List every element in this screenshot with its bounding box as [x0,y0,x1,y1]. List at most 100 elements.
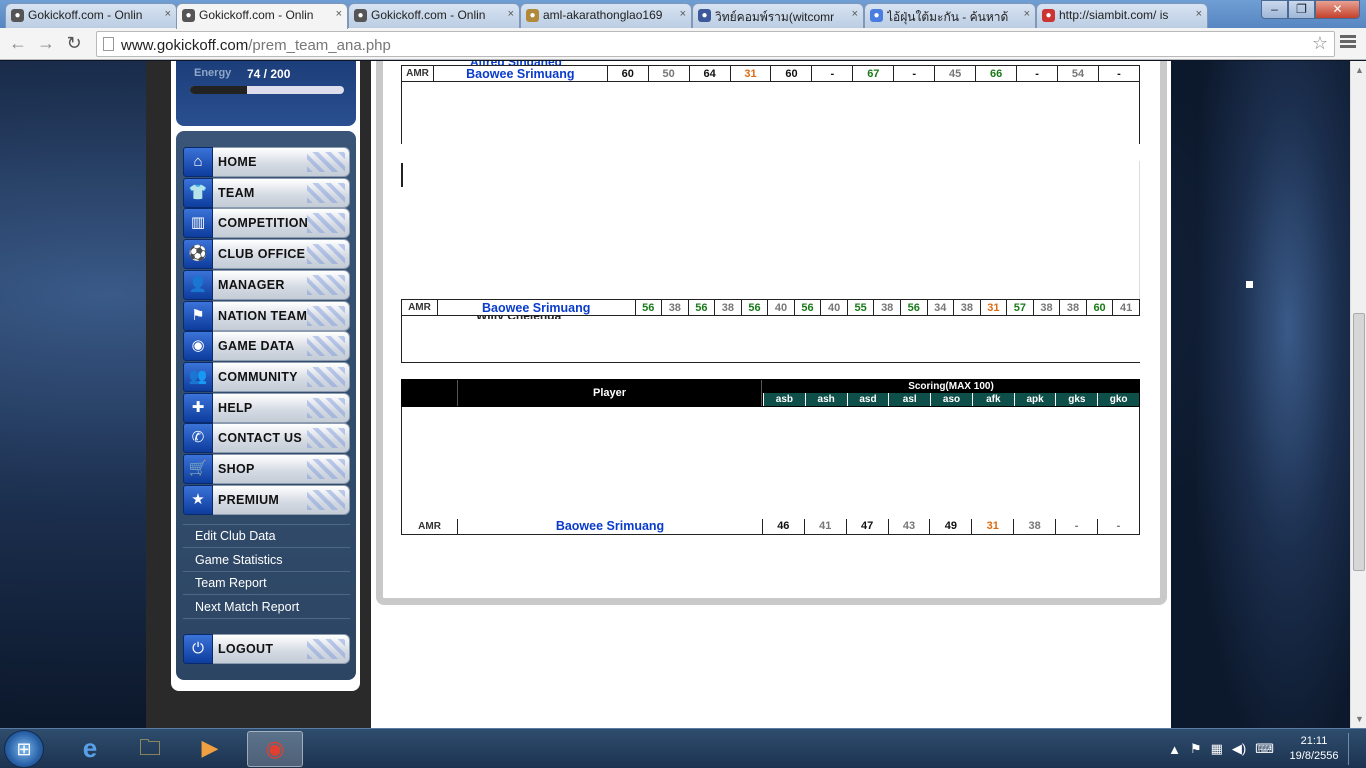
page-scrollbar[interactable]: ▲ ▼ [1350,61,1366,728]
tab-close-icon[interactable]: × [852,8,858,20]
menu-item-shop[interactable]: 🛒 SHOP [183,454,350,484]
url-path: /prem_team_ana.php [248,37,391,54]
menu-item-home[interactable]: ⌂ HOME [183,147,350,177]
chrome-menu-icon[interactable] [1340,35,1356,50]
maximize-button[interactable]: ❐ [1288,0,1315,19]
tab-close-icon[interactable]: × [1196,8,1202,20]
file-explorer-icon[interactable]: 🗀 [122,731,178,767]
table2-body [401,315,1140,363]
clock-time: 21:11 [1300,735,1328,747]
submenu-game-statistics[interactable]: Game Statistics [183,549,350,572]
submenu-next-match-report[interactable]: Next Match Report [183,596,350,619]
podium-icon: ▥ [183,208,213,239]
rating-cell: 57 [1006,299,1034,316]
rating-cell: 55 [846,299,875,316]
tab-title: Gokickoff.com - Onlin [199,8,314,22]
browser-tab[interactable]: ● Gokickoff.com - Onlin × [176,3,348,29]
browser-tab[interactable]: ● Gokickoff.com - Onlin × [348,3,520,28]
tab-close-icon[interactable]: × [680,8,686,20]
rating-cell: 38 [1013,519,1057,535]
rating-cell: 50 [647,65,690,82]
menu-item-label: COMMUNITY [213,361,350,392]
clock[interactable]: 21:11 19/8/2556 [1286,734,1342,764]
scroll-down-arrow-icon[interactable]: ▼ [1355,714,1364,724]
column-header-apk: apk [1013,393,1056,406]
column-header-gks: gks [1055,393,1097,406]
energy-panel: Energy 74 / 200 [176,61,356,126]
address-bar[interactable]: www.gokickoff.com/prem_team_ana.php ☆ [96,31,1335,57]
menu-item-contact-us[interactable]: ✆ CONTACT US [183,423,350,454]
column-header-asb: asb [763,393,805,406]
attribute-rating-table: AMR Baowee Srimuang 56 38 56 38 56 40 56 40 55 38 56… [401,299,1140,316]
menu-item-label: TEAM [213,177,350,208]
menu-item-label: CONTACT US [213,423,350,454]
back-arrow-icon[interactable]: ← [6,32,30,56]
column-header-gko: gko [1097,393,1139,406]
browser-tab[interactable]: ● aml-akarathonglao169 × [520,3,692,28]
menu-item-team[interactable]: 👕 TEAM [183,177,350,208]
logout-label: LOGOUT [213,634,350,664]
player-header: Player [458,380,762,406]
menu-item-label: NATION TEAM [213,300,350,331]
page-icon [103,37,114,51]
action-center-icon[interactable]: ⚑ [1190,741,1202,757]
forward-arrow-icon[interactable]: → [34,32,58,56]
player-name-link[interactable]: Baowee Srimuang [432,65,608,82]
network-icon[interactable]: ▦ [1211,741,1223,757]
rating-cell: 38 [1032,299,1061,316]
browser-tab[interactable]: ● วิทย์คอมพ์ราม(witcomr × [692,3,864,28]
keyboard-icon[interactable]: ⌨ [1255,741,1274,757]
player-name-link[interactable]: Baowee Srimuang [457,519,763,535]
submenu-team-report[interactable]: Team Report [183,572,350,596]
football-player-icon: ● [354,9,367,22]
submenu-edit-club-data[interactable]: Edit Club Data [183,525,350,548]
shirt-icon: 👕 [183,177,213,208]
home-icon: ⌂ [183,147,213,177]
table1-body [401,81,1140,144]
logout-button[interactable]: ⏻ LOGOUT [183,634,350,664]
rating-cell: 60 [606,65,649,82]
table-row: AMR Baowee Srimuang 46 41 47 43 49 31 38- - [400,519,1140,535]
rating-cell: - [1097,65,1141,82]
reload-icon[interactable]: ↻ [62,32,86,56]
browser-tab[interactable]: ● Gokickoff.com - Onlin × [5,3,177,28]
scroll-up-arrow-icon[interactable]: ▲ [1355,65,1364,75]
show-desktop-button[interactable] [1348,733,1358,765]
tray-expand-icon[interactable]: ▲ [1168,742,1181,757]
menu-item-game-data[interactable]: ◉ GAME DATA [183,331,350,362]
volume-icon[interactable]: ◀) [1232,741,1246,757]
energy-bar [190,86,344,94]
bookmark-star-icon[interactable]: ☆ [1312,33,1328,54]
browser-tab[interactable]: ● ไอ้ฝุ่นใต้มะกัน - ค้นหาด้ × [864,3,1036,28]
rating-cell: 40 [767,299,795,316]
tab-close-icon[interactable]: × [508,8,514,20]
scoring-header: Scoring(MAX 100) [908,381,994,392]
menu-item-manager[interactable]: 👤 MANAGER [183,269,350,300]
internet-explorer-icon[interactable]: e [62,731,118,767]
media-player-icon[interactable]: ▶ [182,731,238,767]
menu-item-competition[interactable]: ▥ COMPETITION [183,208,350,239]
browser-tab[interactable]: ● http://siambit.com/ is × [1036,3,1208,28]
background-marker [1246,281,1253,288]
menu-item-nation-team[interactable]: ⚑ NATION TEAM [183,300,350,331]
scrollbar-thumb[interactable] [1353,313,1365,571]
chrome-icon[interactable]: ◉ [247,731,303,767]
tab-close-icon[interactable]: × [165,8,171,20]
menu-item-help[interactable]: ✚ HELP [183,392,350,423]
rating-cell: 31 [729,65,772,82]
menu-item-club-office[interactable]: ⚽ CLUB OFFICE [183,239,350,270]
minimize-button[interactable]: – [1261,0,1288,19]
rating-cell: - [1016,65,1058,82]
system-tray: ▲ ⚑ ▦ ◀) ⌨ 21:11 19/8/2556 [1159,733,1358,765]
tab-close-icon[interactable]: × [336,8,342,20]
tab-close-icon[interactable]: × [1024,8,1030,20]
rating-cell: 67 [852,65,895,82]
google-icon: ● [870,9,883,22]
start-button[interactable]: ⊞ [4,730,44,768]
menu-item-community[interactable]: 👥 COMMUNITY [183,361,350,392]
player-name-link[interactable]: Baowee Srimuang [436,299,636,316]
menu-item-premium[interactable]: ★ PREMIUM [183,484,350,515]
rating-cell: - [811,65,854,82]
tab-title: http://siambit.com/ is [1059,8,1169,22]
close-window-button[interactable]: ✕ [1315,0,1360,19]
